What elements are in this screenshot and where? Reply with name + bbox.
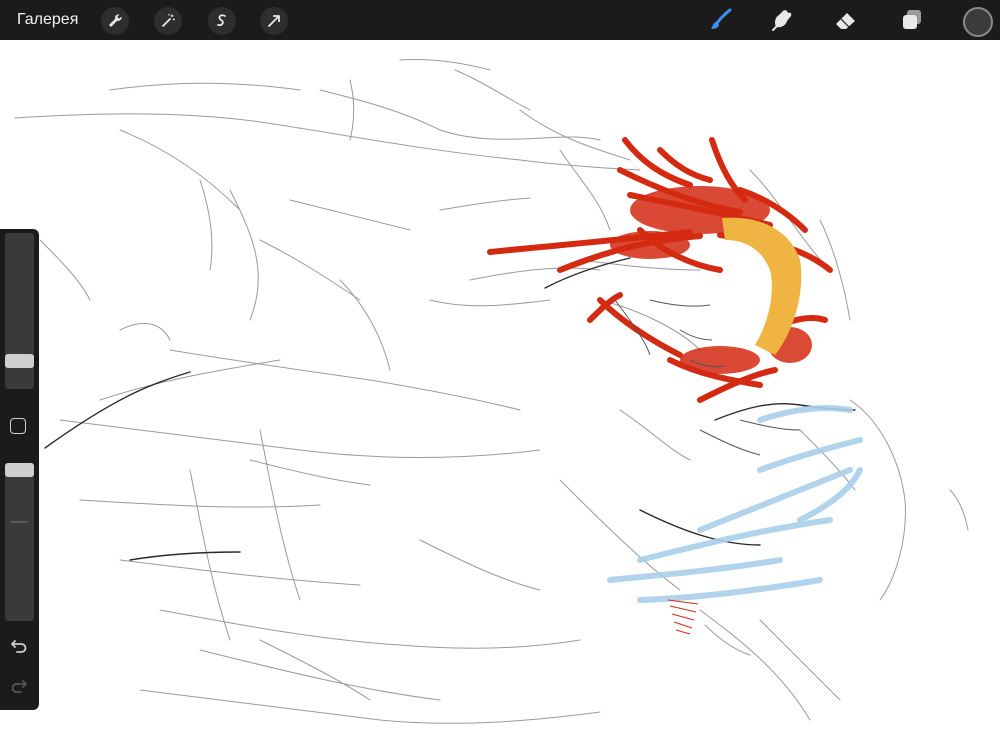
wrench-icon (109, 14, 122, 27)
layers-button[interactable] (897, 5, 927, 35)
modify-square-icon[interactable] (10, 418, 26, 434)
left-sidebar (0, 229, 39, 710)
eraser-icon (836, 13, 855, 29)
selection-icon (217, 14, 226, 27)
undo-icon (11, 640, 27, 653)
top-toolbar: Галерея (0, 0, 1000, 40)
transform-arrow-icon (268, 15, 280, 27)
smudge-tool[interactable] (768, 5, 798, 35)
brush-tool[interactable] (706, 5, 736, 35)
brush-size-handle[interactable] (5, 353, 34, 368)
drawing-canvas[interactable] (0, 40, 1000, 750)
actions-button[interactable] (101, 7, 129, 35)
eraser-tool[interactable] (831, 5, 861, 35)
redo-icon (11, 680, 27, 693)
sketch-artwork (14, 59, 969, 724)
layers-icon (903, 10, 921, 29)
redo-button[interactable] (8, 675, 30, 697)
color-swatch[interactable] (963, 7, 993, 37)
adjustments-button[interactable] (154, 7, 182, 35)
selection-button[interactable] (208, 7, 236, 35)
smudge-icon (772, 10, 792, 31)
opacity-slider[interactable] (5, 463, 34, 621)
transform-button[interactable] (260, 7, 288, 35)
magic-wand-icon (162, 14, 175, 27)
opacity-handle[interactable] (5, 463, 34, 477)
undo-button[interactable] (8, 635, 30, 657)
gallery-button[interactable]: Галерея (17, 11, 78, 29)
brush-icon (711, 8, 732, 29)
slider-midpoint-marker (11, 521, 28, 523)
